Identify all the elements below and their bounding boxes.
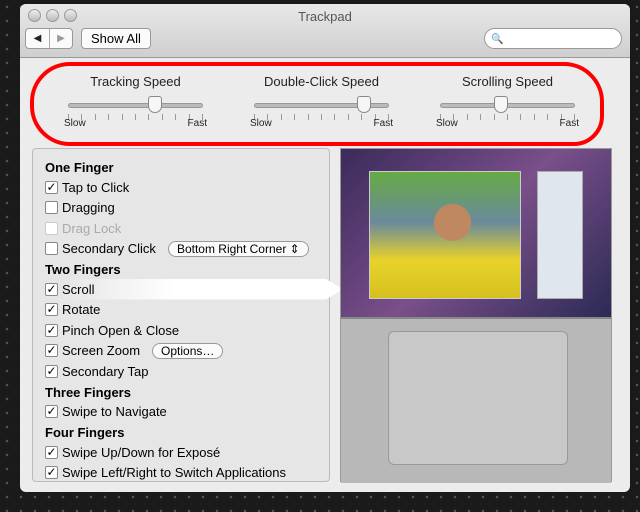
- section-heading: One Finger: [45, 160, 114, 175]
- option-row: ✓ Scroll: [45, 279, 343, 300]
- checkbox[interactable]: ✓: [45, 323, 58, 337]
- checkbox[interactable]: [45, 201, 58, 215]
- show-all-button[interactable]: Show All: [81, 28, 151, 49]
- trackpad-window: Trackpad ◀ ▶ Show All 🔍 Tracking Speed S…: [20, 4, 630, 492]
- option-row: Secondary Click Bottom Right Corner ⇕: [45, 239, 317, 260]
- option-row: Drag Lock: [45, 218, 317, 239]
- gesture-preview: [340, 148, 612, 483]
- checkbox[interactable]: ✓: [45, 180, 58, 194]
- option-row: Dragging: [45, 198, 317, 219]
- search-input[interactable]: 🔍: [484, 28, 622, 49]
- option-label[interactable]: Swipe to Navigate: [62, 404, 167, 419]
- nav-buttons: ◀ ▶: [25, 28, 73, 49]
- selection-highlight: [63, 279, 343, 300]
- checkbox[interactable]: ✓: [45, 445, 58, 459]
- title-bar: Trackpad ◀ ▶ Show All 🔍: [20, 4, 630, 58]
- checkbox[interactable]: ✓: [45, 405, 58, 419]
- back-button[interactable]: ◀: [26, 29, 49, 48]
- red-annotation-circle: [30, 62, 604, 146]
- checkbox[interactable]: ✓: [45, 364, 58, 378]
- option-label[interactable]: Swipe Up/Down for Exposé: [62, 445, 220, 460]
- checkbox[interactable]: [45, 221, 58, 235]
- section-heading: Four Fingers: [45, 425, 125, 440]
- checkbox[interactable]: ✓: [45, 282, 58, 296]
- option-label[interactable]: Drag Lock: [62, 221, 121, 236]
- secondary-click-popup[interactable]: Bottom Right Corner ⇕: [167, 240, 309, 257]
- option-label[interactable]: Tap to Click: [62, 180, 129, 195]
- option-row: ✓ Tap to Click: [45, 177, 317, 198]
- option-label[interactable]: Secondary Click: [62, 241, 156, 256]
- option-label[interactable]: Rotate: [62, 302, 100, 317]
- checkbox[interactable]: [45, 242, 58, 256]
- option-label[interactable]: Secondary Tap: [62, 364, 149, 379]
- option-label[interactable]: Swipe Left/Right to Switch Applications: [62, 465, 286, 480]
- gesture-options-panel: One Finger ✓ Tap to Click Dragging Drag Lock…: [32, 148, 343, 484]
- option-label[interactable]: Scroll: [62, 282, 95, 297]
- preview-trackpad: [341, 317, 611, 483]
- option-row: ✓ Secondary Tap: [45, 361, 317, 382]
- option-label[interactable]: Pinch Open & Close: [62, 323, 179, 338]
- search-icon: 🔍: [491, 34, 504, 45]
- trackpad-surface: [388, 331, 568, 465]
- window-title: Trackpad: [298, 9, 352, 24]
- option-row: ✓ Pinch Open & Close: [45, 320, 317, 341]
- preview-screen-video: [341, 149, 611, 317]
- section-heading: Three Fingers: [45, 384, 131, 400]
- checkbox[interactable]: ✓: [45, 303, 58, 317]
- preview-photo: [369, 171, 521, 299]
- options-button[interactable]: Options…: [152, 342, 224, 359]
- option-row: ✓ Swipe Up/Down for Exposé: [45, 442, 317, 463]
- option-label[interactable]: Screen Zoom: [62, 343, 140, 358]
- section-heading: Two Fingers: [45, 262, 121, 277]
- option-row: ✓ Rotate: [45, 300, 317, 321]
- option-row: ✓ Swipe Left/Right to Switch Applications: [45, 463, 317, 484]
- checkbox[interactable]: ✓: [45, 466, 58, 480]
- option-row: ✓ Swipe to Navigate: [45, 402, 317, 423]
- forward-button[interactable]: ▶: [49, 29, 72, 48]
- preview-sidebar: [537, 171, 583, 299]
- option-row: ✓ Screen Zoom Options…: [45, 341, 317, 362]
- checkbox[interactable]: ✓: [45, 344, 58, 358]
- option-label[interactable]: Dragging: [62, 200, 115, 215]
